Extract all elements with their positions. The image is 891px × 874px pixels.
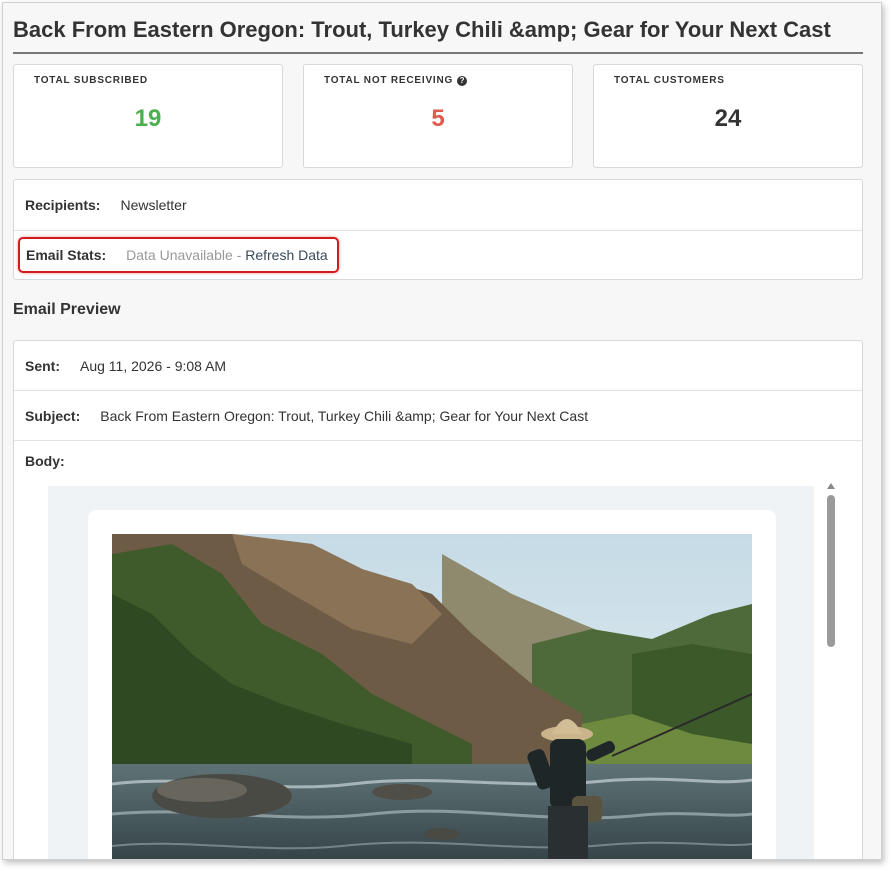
- stat-card-total-not-receiving: TOTAL NOT RECEIVING ? 5: [303, 64, 573, 168]
- sent-row: Sent: Aug 11, 2026 - 9:08 AM: [14, 341, 862, 391]
- sent-value: Aug 11, 2026 - 9:08 AM: [80, 357, 227, 374]
- question-circle-icon[interactable]: ?: [457, 75, 468, 86]
- email-stats-separator: -: [232, 247, 246, 263]
- stat-value-not-receiving: 5: [431, 105, 445, 132]
- email-preview-box: Sent: Aug 11, 2026 - 9:08 AM Subject: Ba…: [13, 340, 863, 859]
- email-content-card: [88, 510, 776, 859]
- hero-image: [112, 534, 752, 859]
- stat-card-total-subscribed: TOTAL SUBSCRIBED 19: [13, 64, 283, 168]
- stat-value-customers: 24: [714, 105, 742, 132]
- email-body-frame[interactable]: [48, 486, 814, 859]
- email-stats-status: Data Unavailable: [126, 247, 233, 263]
- sent-label: Sent:: [25, 357, 60, 374]
- stat-label: TOTAL CUSTOMERS: [614, 75, 725, 86]
- scroll-thumb[interactable]: [827, 495, 835, 647]
- recipients-value: Newsletter: [120, 197, 187, 213]
- stat-card-total-customers: TOTAL CUSTOMERS 24: [593, 64, 863, 168]
- subject-label: Subject:: [25, 407, 81, 424]
- email-stats-highlight: Email Stats: Data Unavailable - Refresh …: [18, 237, 339, 273]
- recipients-row: Recipients: Newsletter: [14, 180, 862, 230]
- refresh-data-link[interactable]: Refresh Data: [245, 247, 327, 263]
- scroll-up-arrow-icon[interactable]: [827, 483, 835, 489]
- stat-value-subscribed: 19: [134, 105, 162, 132]
- email-detail-panel: Back From Eastern Oregon: Trout, Turkey …: [2, 2, 882, 860]
- recipient-info-box: Recipients: Newsletter Email Stats: Data…: [13, 179, 863, 280]
- email-preview-heading: Email Preview: [13, 301, 121, 318]
- body-label: Body:: [25, 453, 65, 469]
- stat-label: TOTAL NOT RECEIVING ?: [324, 75, 468, 86]
- subject-row: Subject: Back From Eastern Oregon: Trout…: [14, 391, 862, 441]
- subject-value: Back From Eastern Oregon: Trout, Turkey …: [100, 407, 589, 424]
- stat-label: TOTAL SUBSCRIBED: [34, 75, 148, 86]
- page-title: Back From Eastern Oregon: Trout, Turkey …: [13, 17, 863, 54]
- email-body-scrollbar[interactable]: [822, 479, 840, 859]
- recipients-label: Recipients:: [25, 197, 101, 213]
- email-stats-label: Email Stats:: [26, 247, 107, 263]
